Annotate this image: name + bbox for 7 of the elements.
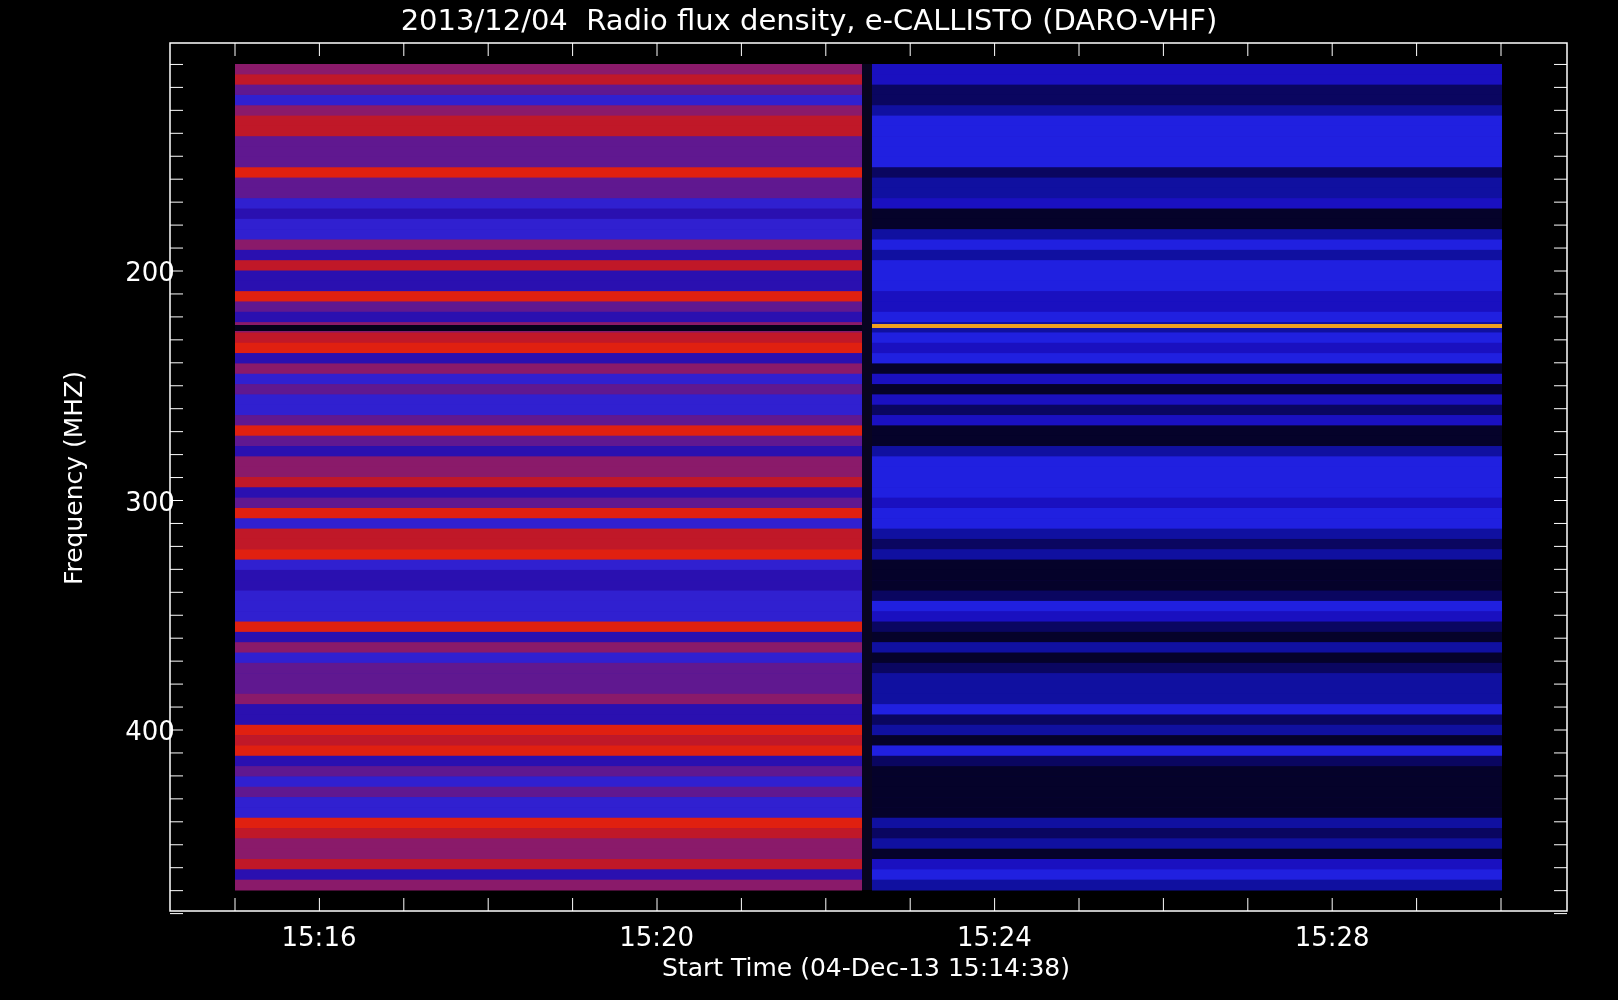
x-tick-label: 15:24 [956, 922, 1032, 952]
x-tick-label: 15:20 [619, 922, 695, 952]
x-tick-label: 15:28 [1294, 922, 1370, 952]
x-axis-label: Start Time (04-Dec-13 15:14:38) [662, 953, 1070, 982]
chart-title: 2013/12/04 Radio flux density, e-CALLISTO (DARO-VHF) [400, 3, 1218, 37]
y-axis-label: Frequency (MHZ) [59, 370, 88, 586]
x-tick-label: 15:16 [281, 922, 357, 952]
